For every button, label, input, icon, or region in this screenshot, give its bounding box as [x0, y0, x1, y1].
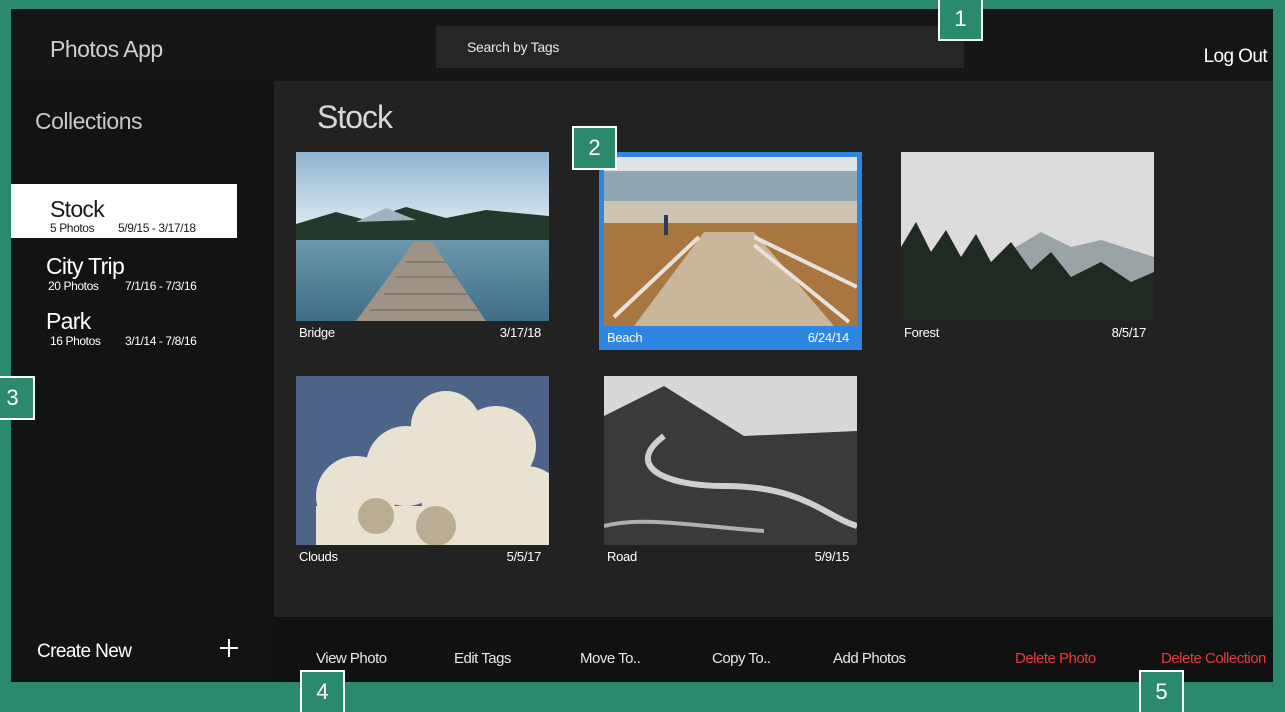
photo-thumbnail [296, 376, 549, 545]
photo-name: Clouds [299, 549, 338, 564]
photo-thumbnail [296, 152, 549, 321]
photo-date: 5/5/17 [506, 549, 542, 564]
move-to-button[interactable]: Move To.. [580, 650, 641, 667]
annotation-badge-3: 3 [0, 376, 35, 420]
photo-date: 6/24/14 [807, 330, 850, 345]
collection-count: 20 Photos [48, 279, 99, 293]
collection-name: Stock [50, 196, 105, 222]
photo-thumbnail [604, 376, 857, 545]
create-new-collection-button[interactable]: Create New [37, 641, 132, 663]
photo-grid-panel: Stock Bridge 3/17/18 Beach 6/24/14 Fores… [274, 81, 1273, 617]
search-placeholder: Search by Tags [467, 39, 560, 55]
photo-name: Beach [607, 330, 643, 345]
collection-item-park[interactable]: Park 16 Photos 3/1/14 - 7/8/16 [11, 299, 237, 353]
collection-item-stock[interactable]: Stock 5 Photos 5/9/15 - 3/17/18 [11, 184, 237, 238]
annotation-badge-5: 5 [1139, 670, 1184, 712]
photo-name: Bridge [299, 325, 335, 340]
action-toolbar: View Photo Edit Tags Move To.. Copy To..… [274, 617, 1273, 682]
collection-date-range: 7/1/16 - 7/3/16 [125, 279, 197, 293]
annotation-badge-4: 4 [300, 670, 345, 712]
app-window: Photos App Search by Tags Log Out Collec… [11, 9, 1273, 682]
annotation-badge-2: 2 [572, 126, 617, 170]
photo-thumbnail [604, 157, 857, 326]
photo-name: Road [607, 549, 637, 564]
app-title: Photos App [50, 36, 163, 62]
photo-date: 5/9/15 [814, 549, 850, 564]
collection-date-range: 5/9/15 - 3/17/18 [118, 221, 196, 235]
top-bar: Photos App Search by Tags Log Out [11, 9, 1273, 81]
photo-thumbnail [901, 152, 1154, 321]
delete-photo-button[interactable]: Delete Photo [1015, 650, 1096, 667]
photo-date: 3/17/18 [499, 325, 542, 340]
collection-title: Stock [317, 99, 393, 135]
delete-collection-button[interactable]: Delete Collection [1161, 650, 1266, 667]
photo-name: Forest [904, 325, 940, 340]
collection-count: 16 Photos [50, 334, 101, 348]
plus-icon[interactable] [219, 638, 239, 658]
photo-card-forest[interactable]: Forest 8/5/17 [901, 152, 1154, 340]
collections-title: Collections [35, 108, 143, 134]
logout-button[interactable]: Log Out [1204, 46, 1268, 68]
view-photo-button[interactable]: View Photo [316, 650, 387, 667]
search-input[interactable]: Search by Tags [436, 26, 964, 68]
photo-card-road[interactable]: Road 5/9/15 [604, 376, 857, 564]
edit-tags-button[interactable]: Edit Tags [454, 650, 511, 667]
collection-item-city-trip[interactable]: City Trip 20 Photos 7/1/16 - 7/3/16 [11, 243, 237, 297]
photo-card-clouds[interactable]: Clouds 5/5/17 [296, 376, 549, 564]
collection-date-range: 3/1/14 - 7/8/16 [125, 334, 197, 348]
annotation-badge-1: 1 [938, 0, 983, 41]
photo-card-beach[interactable]: Beach 6/24/14 [599, 152, 862, 350]
photo-card-bridge[interactable]: Bridge 3/17/18 [296, 152, 549, 340]
photo-date: 8/5/17 [1111, 325, 1147, 340]
copy-to-button[interactable]: Copy To.. [712, 650, 771, 667]
collection-name: Park [46, 308, 91, 334]
collection-name: City Trip [46, 253, 125, 279]
collection-count: 5 Photos [50, 221, 95, 235]
sidebar: Collections Stock 5 Photos 5/9/15 - 3/17… [11, 81, 274, 682]
add-photos-button[interactable]: Add Photos [833, 650, 906, 667]
